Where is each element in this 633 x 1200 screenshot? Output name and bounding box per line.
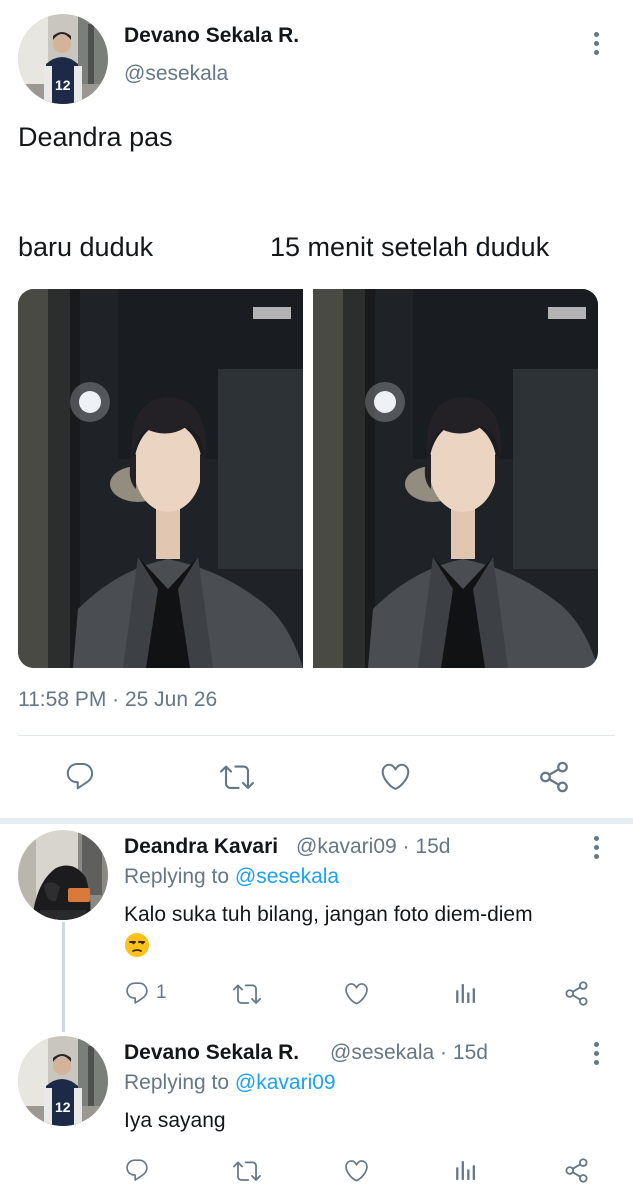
unamused-face-icon — [125, 933, 149, 957]
like-button[interactable] — [343, 980, 370, 1007]
analytics-icon — [453, 981, 478, 1006]
replying-to: Replying to @kavari09 — [124, 1071, 336, 1095]
retweet-icon — [220, 760, 254, 794]
more-options-icon[interactable] — [584, 1038, 608, 1068]
replying-to-link[interactable]: @kavari09 — [235, 1071, 336, 1094]
reply-author-handle[interactable]: @sesekala — [330, 1041, 434, 1064]
reply-meta: @kavari09 · 15d — [296, 835, 450, 859]
reply-count: 1 — [156, 982, 167, 1003]
main-tweet: Devano Sekala R. @sesekala Deandra pas b… — [0, 0, 633, 820]
reply-age[interactable]: 15d — [453, 1041, 488, 1064]
like-icon — [379, 760, 412, 793]
caption-left: baru duduk — [18, 232, 154, 262]
replying-to-link[interactable]: @sesekala — [235, 865, 339, 888]
reply-text: Iya sayang — [124, 1109, 226, 1132]
retweet-icon — [233, 1157, 261, 1185]
replying-prefix: Replying to — [124, 1071, 230, 1094]
tweet-text: Deandra pas — [18, 122, 173, 152]
analytics-icon — [453, 1158, 478, 1183]
reply-button[interactable]: 1 — [124, 980, 167, 1006]
share-icon — [563, 980, 590, 1007]
author-avatar-image — [18, 14, 108, 104]
reply-author-name[interactable]: Devano Sekala R. — [124, 1041, 299, 1065]
reply-age[interactable]: 15d — [415, 835, 450, 858]
share-button[interactable] — [563, 1157, 590, 1184]
divider — [18, 735, 615, 736]
thread-line — [62, 922, 65, 1032]
like-icon — [343, 980, 370, 1007]
replying-to: Replying to @sesekala — [124, 865, 339, 889]
avatar[interactable] — [18, 14, 108, 104]
avatar[interactable] — [18, 830, 108, 920]
retweet-button[interactable] — [233, 1157, 261, 1185]
reply-author-avatar-image — [18, 1036, 108, 1126]
like-button[interactable] — [379, 760, 412, 793]
reply-meta: @sesekala · 15d — [330, 1041, 488, 1065]
share-button[interactable] — [537, 760, 571, 794]
caption-right: 15 menit setelah duduk — [270, 232, 550, 262]
reply-author-avatar-image — [18, 830, 108, 920]
more-options-icon[interactable] — [584, 832, 608, 862]
reply-text: Kalo suka tuh bilang, jangan foto diem-d… — [124, 903, 533, 926]
meta-separator: · — [402, 835, 410, 858]
analytics-button[interactable] — [453, 981, 478, 1006]
replying-prefix: Replying to — [124, 865, 230, 888]
share-button[interactable] — [563, 980, 590, 1007]
tweet-photo-1[interactable] — [18, 289, 303, 668]
author-handle[interactable]: @sesekala — [124, 62, 228, 86]
meta-separator: · — [440, 1041, 448, 1064]
like-icon — [343, 1157, 370, 1184]
avatar[interactable] — [18, 1036, 108, 1126]
like-button[interactable] — [343, 1157, 370, 1184]
more-options-icon[interactable] — [584, 28, 608, 58]
reply-icon — [124, 1157, 150, 1183]
retweet-icon — [233, 980, 261, 1008]
share-icon — [563, 1157, 590, 1184]
reply-button[interactable] — [124, 1157, 150, 1183]
reply-icon — [124, 980, 150, 1006]
retweet-button[interactable] — [220, 760, 254, 794]
author-name[interactable]: Devano Sekala R. — [124, 24, 299, 48]
reply-author-name[interactable]: Deandra Kavari — [124, 835, 278, 859]
reply-icon — [64, 760, 96, 792]
share-icon — [537, 760, 571, 794]
section-separator — [0, 818, 633, 824]
retweet-button[interactable] — [233, 980, 261, 1008]
reply-button[interactable] — [64, 760, 96, 792]
analytics-button[interactable] — [453, 1158, 478, 1183]
tweet-photo-2[interactable] — [313, 289, 598, 668]
reply-author-handle[interactable]: @kavari09 — [296, 835, 397, 858]
tweet-timestamp[interactable]: 11:58 PM · 25 Jun 26 — [18, 688, 217, 712]
